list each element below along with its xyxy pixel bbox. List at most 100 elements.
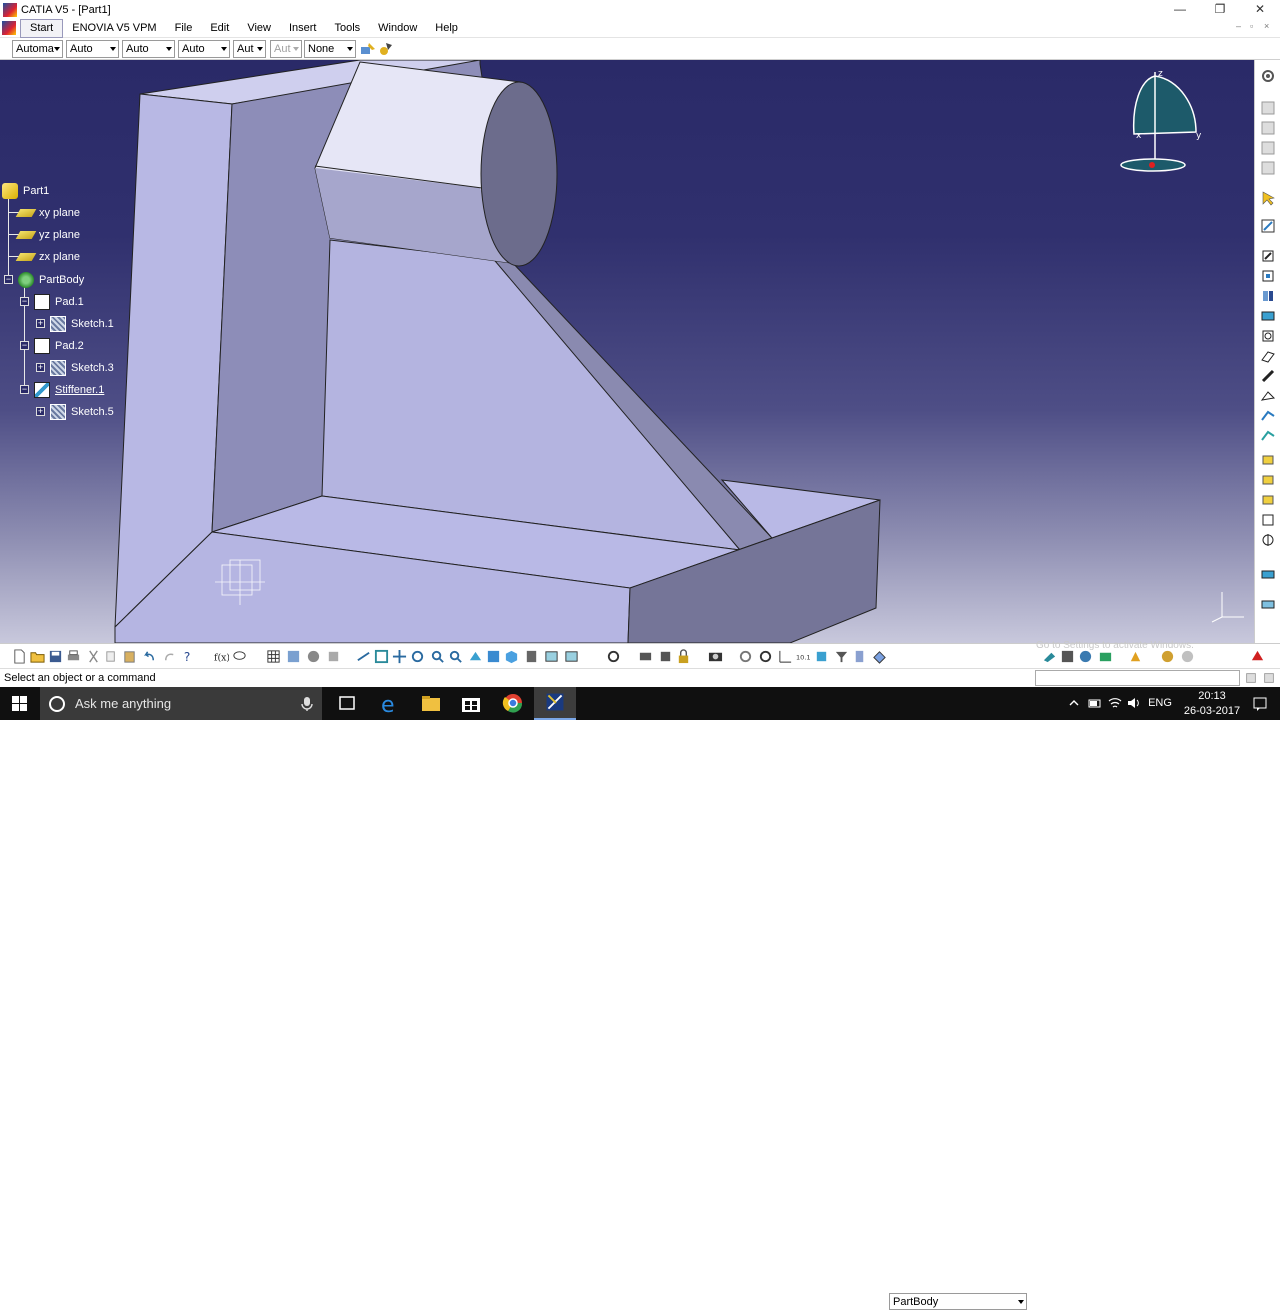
formula-icon[interactable]: f(x) [214, 649, 229, 664]
rotate-icon[interactable] [410, 649, 425, 664]
cube-icon[interactable] [814, 649, 829, 664]
line-type-combo[interactable]: Auto [178, 40, 230, 58]
show-icon[interactable] [758, 649, 773, 664]
light-icon[interactable] [1180, 649, 1195, 664]
menu-edit[interactable]: Edit [201, 20, 238, 37]
color-combo[interactable]: Automa [12, 40, 63, 58]
tree-node-stiffener1[interactable]: Stiffener.1 [34, 381, 106, 399]
part-geometry[interactable] [0, 60, 1254, 643]
line-thickness-combo[interactable]: Auto [122, 40, 175, 58]
windows-start-icon[interactable] [0, 687, 40, 720]
input-language[interactable]: ENG [1146, 697, 1174, 709]
new-file-icon[interactable] [12, 649, 27, 664]
tree-node-sketch3[interactable]: Sketch.3 [50, 359, 116, 377]
stop-command-icon[interactable] [1244, 671, 1258, 685]
close-button[interactable]: ✕ [1240, 0, 1280, 19]
command-input[interactable] [1035, 670, 1240, 686]
rendering-style-combo[interactable]: Aut [270, 40, 302, 58]
menu-file[interactable]: File [166, 20, 202, 37]
tree-node-yz-plane[interactable]: yz plane [15, 226, 82, 244]
scale-icon[interactable]: 10.1 [796, 649, 811, 664]
print-icon[interactable] [66, 649, 81, 664]
clock-date[interactable]: 26-03-2017 [1178, 705, 1246, 717]
zoom-out-icon[interactable] [448, 649, 463, 664]
clock-time[interactable]: 20:13 [1178, 690, 1246, 702]
shaft-tool-icon[interactable] [1260, 288, 1276, 304]
tree-node-pad1[interactable]: Pad.1 [34, 293, 86, 311]
action-center-icon[interactable] [1252, 696, 1268, 712]
pattern-tool-icon[interactable] [1260, 566, 1276, 582]
table-icon[interactable] [266, 649, 281, 664]
swap-space-icon[interactable] [564, 649, 579, 664]
analysis-icon[interactable] [326, 649, 341, 664]
pocket-tool-icon[interactable] [1260, 268, 1276, 284]
redo-icon[interactable] [162, 649, 177, 664]
undo-icon[interactable] [142, 649, 157, 664]
whats-this-icon[interactable]: ? [182, 649, 197, 664]
tree-node-sketch1[interactable]: Sketch.1 [50, 315, 116, 333]
sketch-tool-icon[interactable] [1260, 218, 1276, 234]
update-icon[interactable] [606, 649, 621, 664]
knowledge-icon[interactable] [306, 649, 321, 664]
rib-tool-icon[interactable] [1260, 328, 1276, 344]
mdi-restore-button[interactable]: ▫ [1250, 21, 1253, 31]
select-arrow-icon[interactable] [1260, 190, 1276, 206]
pad-tool-icon[interactable] [1260, 248, 1276, 264]
tree-node-part1[interactable]: Part1 [2, 182, 51, 200]
network-icon[interactable] [1060, 649, 1075, 664]
tree-node-xy-plane[interactable]: xy plane [15, 204, 82, 222]
shading-icon[interactable] [524, 649, 539, 664]
open-folder-icon[interactable] [30, 649, 45, 664]
current-body-combo[interactable]: PartBody [889, 1293, 1027, 1310]
tree-node-pad2[interactable]: Pad.2 [34, 337, 86, 355]
catalog-icon[interactable] [286, 649, 301, 664]
transparency-combo[interactable]: Auto [66, 40, 119, 58]
normal-view-icon[interactable] [468, 649, 483, 664]
fillet-tool-icon[interactable] [1260, 408, 1276, 424]
tree-node-sketch5[interactable]: Sketch.5 [50, 403, 116, 421]
dimension-icon[interactable] [778, 649, 793, 664]
collapse-stiffener1-toggle[interactable]: − [20, 385, 29, 394]
menu-tools[interactable]: Tools [325, 20, 369, 37]
plane-tool-icon[interactable] [1260, 120, 1276, 136]
cortana-search-box[interactable]: Ask me anything [40, 687, 322, 720]
minimize-button[interactable]: — [1160, 0, 1200, 19]
save-icon[interactable] [48, 649, 63, 664]
expand-sketch5-toggle[interactable]: + [36, 407, 45, 416]
material-icon[interactable] [1098, 649, 1113, 664]
paste-icon[interactable] [122, 649, 137, 664]
constraint-icon[interactable] [638, 649, 653, 664]
store-icon[interactable] [450, 687, 492, 720]
collapse-pad2-toggle[interactable]: − [20, 341, 29, 350]
shell-tool-icon[interactable] [1260, 472, 1276, 488]
power-input-icon[interactable] [1262, 671, 1276, 685]
tree-node-partbody[interactable]: PartBody [18, 271, 86, 289]
microphone-icon[interactable] [300, 696, 314, 712]
battery-icon[interactable] [1088, 696, 1102, 710]
sketcher-icon[interactable] [1260, 100, 1276, 116]
menu-view[interactable]: View [238, 20, 280, 37]
menu-enovia[interactable]: ENOVIA V5 VPM [63, 20, 165, 37]
surface-icon[interactable] [1078, 649, 1093, 664]
zoom-in-icon[interactable] [430, 649, 445, 664]
compass-widget[interactable]: z x y [1110, 66, 1210, 178]
chamfer-tool-icon[interactable] [1260, 428, 1276, 444]
mirror-tool-icon[interactable] [1260, 532, 1276, 548]
painter-icon[interactable] [360, 41, 376, 57]
document-icon[interactable] [2, 21, 16, 35]
multi-view-icon[interactable] [486, 649, 501, 664]
fly-mode-icon[interactable] [356, 649, 371, 664]
hide-show-icon[interactable] [544, 649, 559, 664]
layer-combo[interactable]: None [304, 40, 356, 58]
menu-window[interactable]: Window [369, 20, 426, 37]
chevron-up-icon[interactable] [1068, 697, 1080, 709]
filter-icon[interactable] [834, 649, 849, 664]
hide-icon[interactable] [738, 649, 753, 664]
apply-material-icon[interactable] [1128, 649, 1143, 664]
3d-viewport[interactable]: z x y Part1 xy plane yz plane zx plane −… [0, 60, 1254, 643]
loft-tool-icon[interactable] [1260, 388, 1276, 404]
format-painter-icon[interactable] [378, 41, 394, 57]
task-view-icon[interactable] [326, 687, 368, 720]
lock-icon[interactable] [676, 649, 691, 664]
chrome-icon[interactable] [492, 687, 534, 720]
